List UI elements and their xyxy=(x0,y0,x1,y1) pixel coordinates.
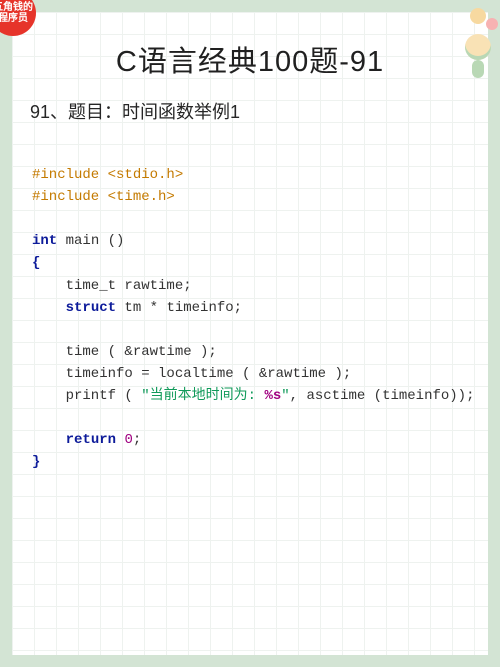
code-format: %s xyxy=(264,388,281,404)
code-text: time_t rawtime; xyxy=(32,278,192,294)
code-text xyxy=(32,300,66,316)
mascot-decoration xyxy=(456,8,500,80)
code-block: #include <stdio.h> #include <time.h> int… xyxy=(32,164,470,474)
code-string: " xyxy=(281,388,289,404)
balloon-icon xyxy=(486,18,498,30)
code-text xyxy=(32,432,66,448)
balloon-icon xyxy=(470,8,486,24)
badge-line-2: 程序员 xyxy=(0,13,28,25)
code-text: , asctime (timeinfo)); xyxy=(290,388,475,404)
problem-subtitle: 91、题目：时间函数举例1 xyxy=(30,98,470,124)
code-brace: } xyxy=(32,454,40,470)
code-keyword: return xyxy=(66,432,116,448)
code-text: timeinfo = localtime ( &rawtime ); xyxy=(32,366,351,382)
code-text: tm * timeinfo; xyxy=(116,300,242,316)
code-number: 0 xyxy=(124,432,132,448)
page-card: C语言经典100题-91 91、题目：时间函数举例1 #include <std… xyxy=(12,12,488,655)
code-string: "当前本地时间为: xyxy=(141,388,264,404)
mascot-body-icon xyxy=(472,60,484,78)
code-brace: { xyxy=(32,255,40,271)
code-preproc: <time.h> xyxy=(108,189,175,205)
code-keyword: int xyxy=(32,233,57,249)
mascot-head-icon xyxy=(465,34,491,60)
code-preproc: #include xyxy=(32,167,108,183)
page-title: C语言经典100题-91 xyxy=(30,38,470,80)
code-keyword: struct xyxy=(66,300,116,316)
code-preproc: <stdio.h> xyxy=(108,167,184,183)
code-text: time ( &rawtime ); xyxy=(32,344,217,360)
code-text: main () xyxy=(57,233,124,249)
badge-line-1: 五角钱的 xyxy=(0,2,33,14)
code-text: printf ( xyxy=(32,388,141,404)
code-preproc: #include xyxy=(32,189,108,205)
code-text: ; xyxy=(133,432,141,448)
